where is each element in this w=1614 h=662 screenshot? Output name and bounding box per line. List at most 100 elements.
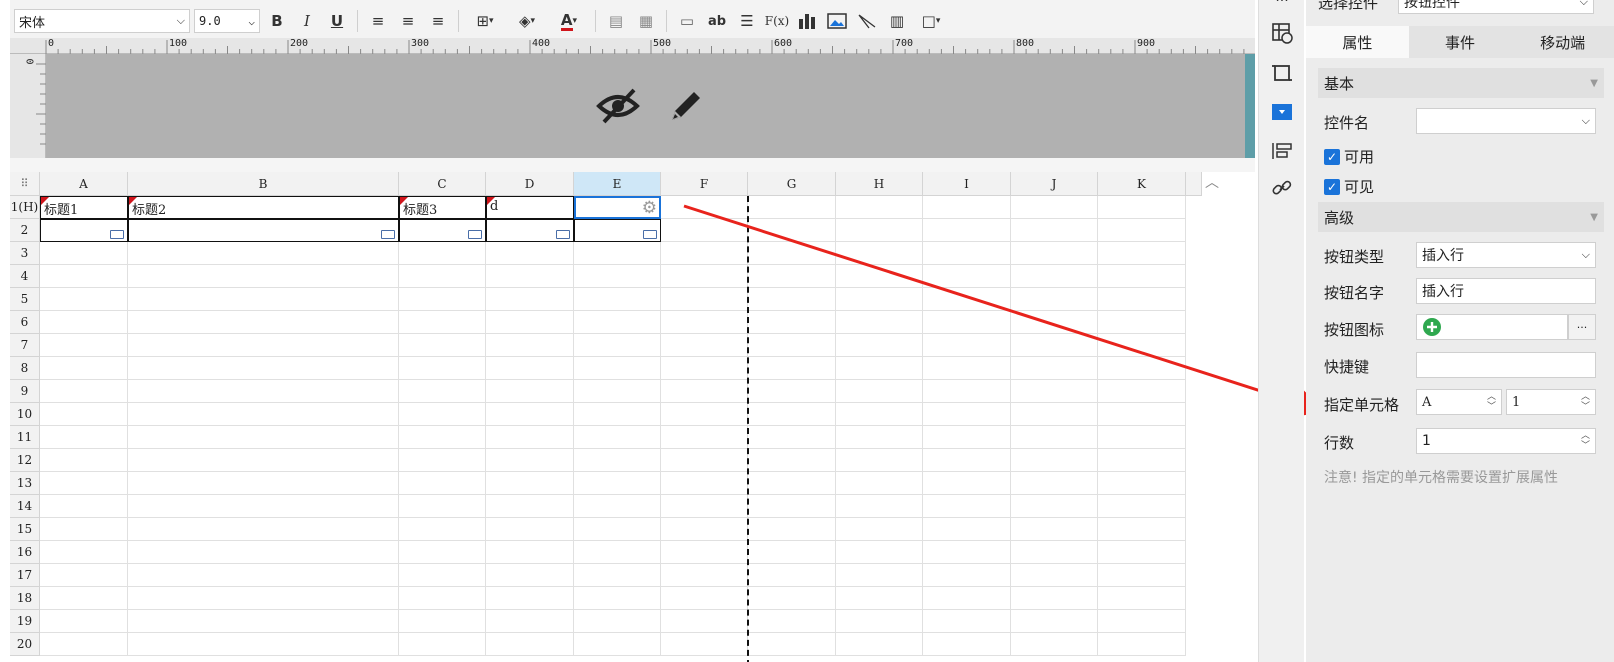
row-header[interactable]: 11	[10, 426, 40, 449]
table-cell[interactable]	[40, 288, 128, 311]
font-color-button[interactable]: A ▾	[550, 8, 588, 34]
table-cell[interactable]	[1098, 610, 1186, 633]
table-cell[interactable]: 标题3	[399, 196, 486, 219]
table-cell[interactable]	[748, 541, 836, 564]
table-cell[interactable]	[836, 219, 923, 242]
table-cell[interactable]	[1098, 265, 1186, 288]
table-cell[interactable]	[486, 610, 574, 633]
table-cell[interactable]	[1098, 311, 1186, 334]
table-cell[interactable]	[399, 380, 486, 403]
table-cell[interactable]	[1011, 196, 1098, 219]
table-cell[interactable]	[661, 610, 748, 633]
italic-button[interactable]: I	[294, 8, 320, 34]
table-cell[interactable]	[923, 288, 1011, 311]
row-header[interactable]: 4	[10, 265, 40, 288]
table-cell[interactable]	[399, 610, 486, 633]
table-cell[interactable]	[40, 265, 128, 288]
row-header[interactable]: 16	[10, 541, 40, 564]
row-header[interactable]: 8	[10, 357, 40, 380]
table-cell[interactable]	[1098, 587, 1186, 610]
table-cell[interactable]	[661, 564, 748, 587]
table-cell[interactable]	[661, 357, 748, 380]
formula-button[interactable]: F(x)	[764, 8, 790, 34]
table-cell[interactable]	[128, 587, 399, 610]
table-cell[interactable]	[128, 495, 399, 518]
table-cell[interactable]	[748, 380, 836, 403]
fill-color-icon[interactable]: ◈ ▾	[508, 8, 546, 34]
table-cell[interactable]	[574, 334, 661, 357]
table-cell[interactable]	[1011, 633, 1098, 656]
table-cell[interactable]	[1011, 242, 1098, 265]
align-left-icon[interactable]: ≡	[365, 8, 391, 34]
table-cell[interactable]	[836, 380, 923, 403]
table-cell[interactable]	[486, 426, 574, 449]
table-cell[interactable]	[128, 564, 399, 587]
table-cell[interactable]	[836, 518, 923, 541]
table-cell[interactable]	[1011, 472, 1098, 495]
table-cell[interactable]	[836, 564, 923, 587]
table-cell[interactable]	[836, 449, 923, 472]
table-cell[interactable]	[574, 219, 661, 242]
table-cell[interactable]	[1098, 334, 1186, 357]
table-cell[interactable]	[1098, 449, 1186, 472]
table-cell[interactable]	[661, 541, 748, 564]
table-cell[interactable]	[1098, 541, 1186, 564]
table-cell[interactable]	[923, 380, 1011, 403]
button-name-input[interactable]: 插入行	[1416, 278, 1596, 304]
table-cell[interactable]	[399, 518, 486, 541]
table-cell[interactable]	[836, 426, 923, 449]
tab-properties[interactable]: 属性	[1306, 26, 1409, 58]
table-cell[interactable]	[748, 633, 836, 656]
table-cell[interactable]	[748, 587, 836, 610]
table-cell[interactable]	[574, 288, 661, 311]
spreadsheet-grid[interactable]: ⠿ ABCDEFGHIJK 1(H) 2 3 4 5 6 7 8 9 10 11 12 13 14 15 16…	[10, 172, 1240, 662]
table-cell[interactable]	[40, 311, 128, 334]
table-cell[interactable]	[128, 403, 399, 426]
table-cell[interactable]	[748, 242, 836, 265]
table-cell[interactable]	[40, 564, 128, 587]
table-cell[interactable]	[40, 449, 128, 472]
row-header[interactable]: 19	[10, 610, 40, 633]
table-cell[interactable]	[836, 265, 923, 288]
table-cell[interactable]	[923, 472, 1011, 495]
table-cell[interactable]	[128, 426, 399, 449]
table-cell[interactable]	[486, 449, 574, 472]
table-cell[interactable]	[40, 242, 128, 265]
table-cell[interactable]	[486, 265, 574, 288]
table-cell[interactable]	[128, 265, 399, 288]
table-cell[interactable]	[399, 564, 486, 587]
stepper-icon[interactable]: ︿ ﹀	[1581, 392, 1590, 412]
table-cell[interactable]	[486, 541, 574, 564]
table-cell[interactable]	[1098, 380, 1186, 403]
table-cell[interactable]	[574, 449, 661, 472]
table-cell[interactable]	[574, 265, 661, 288]
table-cell[interactable]	[748, 288, 836, 311]
font-size-select[interactable]: 9.0 ⌵	[194, 9, 260, 33]
header-scroll-bar[interactable]	[1245, 54, 1255, 158]
table-cell[interactable]	[923, 518, 1011, 541]
table-cell[interactable]	[748, 610, 836, 633]
table-cell[interactable]	[486, 472, 574, 495]
table-cell[interactable]	[574, 633, 661, 656]
column-header-e[interactable]: E	[574, 172, 661, 196]
row-header[interactable]: 3	[10, 242, 40, 265]
table-cell[interactable]	[574, 472, 661, 495]
table-cell[interactable]	[661, 518, 748, 541]
row-header[interactable]: 6	[10, 311, 40, 334]
row-header[interactable]: 1(H)	[10, 196, 40, 219]
table-cell[interactable]	[1098, 219, 1186, 242]
table-cell[interactable]	[399, 334, 486, 357]
row-header[interactable]: 10	[10, 403, 40, 426]
widget-icon[interactable]: □ ▾	[914, 8, 948, 34]
table-cell[interactable]	[1011, 426, 1098, 449]
table-cell[interactable]	[836, 610, 923, 633]
row-header[interactable]: 17	[10, 564, 40, 587]
table-cell[interactable]	[836, 541, 923, 564]
font-family-select[interactable]: 宋体 ⌵	[14, 9, 190, 33]
table-cell[interactable]	[748, 196, 836, 219]
table-cell[interactable]	[661, 311, 748, 334]
table-cell[interactable]	[1098, 633, 1186, 656]
section-advanced[interactable]: 高级 ▼	[1318, 202, 1604, 232]
table-cell[interactable]	[923, 196, 1011, 219]
condition-format-icon[interactable]	[1267, 136, 1297, 166]
